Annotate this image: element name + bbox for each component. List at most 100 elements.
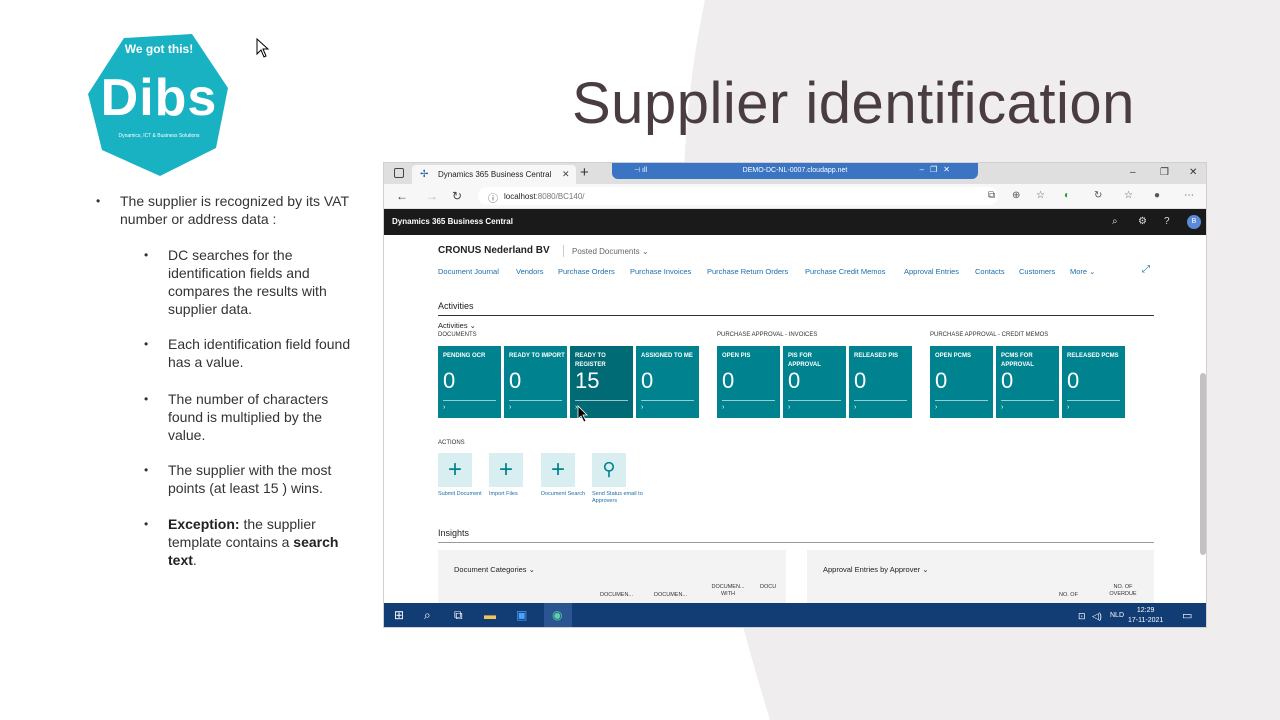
refresh-icon[interactable]: ↻ bbox=[452, 189, 462, 203]
browser-tab[interactable]: ✢ Dynamics 365 Business Central ✕ bbox=[412, 165, 576, 184]
close-window-icon[interactable]: ✕ bbox=[1189, 167, 1197, 178]
clock[interactable]: 12:29 17-11-2021 bbox=[1128, 606, 1163, 626]
nav-purchase-return-orders[interactable]: Purchase Return Orders bbox=[707, 267, 788, 276]
card-title[interactable]: Document Categories ⌄ bbox=[454, 565, 535, 574]
bullet-text: DC searches for the identification field… bbox=[168, 247, 327, 317]
company-name[interactable]: CRONUS Nederland BV bbox=[438, 245, 550, 256]
actions-heading: ACTIONS bbox=[438, 440, 465, 446]
person-icon: ⚲ bbox=[592, 453, 626, 487]
tile-value: 0 bbox=[788, 368, 801, 393]
column-header: DOCUMEN... bbox=[600, 592, 633, 598]
tile-open-pis[interactable]: OPEN PIS 0 › bbox=[717, 346, 780, 418]
file-explorer-icon[interactable]: ▬ bbox=[484, 608, 496, 622]
tile-released-pcms[interactable]: RELEASED PCMS 0 › bbox=[1062, 346, 1125, 418]
remote-window-controls[interactable]: –❐✕ bbox=[920, 165, 956, 174]
new-tab-icon[interactable]: + bbox=[580, 164, 589, 181]
divider bbox=[438, 315, 1154, 316]
logo-tagline: We got this! bbox=[124, 42, 194, 56]
collections-icon[interactable]: ☆ bbox=[1124, 190, 1133, 201]
tile-pending-ocr[interactable]: PENDING OCR 0 › bbox=[438, 346, 501, 418]
bullet-main: • The supplier is recognized by its VAT … bbox=[96, 192, 360, 228]
action-import-files[interactable]: + Import Files bbox=[489, 453, 549, 498]
url-host: localhost bbox=[504, 192, 536, 201]
help-icon[interactable]: ? bbox=[1164, 216, 1170, 227]
profile-icon[interactable]: ● bbox=[1154, 190, 1160, 201]
app-icon[interactable]: ▣ bbox=[516, 608, 527, 622]
back-icon[interactable]: ← bbox=[396, 189, 408, 203]
tile-value: 15 bbox=[575, 368, 600, 393]
card-title-label: Approval Entries by Approver bbox=[823, 565, 921, 574]
nav-purchase-orders[interactable]: Purchase Orders bbox=[558, 267, 615, 276]
sync-icon[interactable]: ↻ bbox=[1094, 190, 1102, 201]
notification-icon[interactable]: ▭ bbox=[1182, 609, 1192, 622]
minimize-icon[interactable]: – bbox=[1130, 167, 1136, 178]
open-app-icon[interactable]: ⧉ bbox=[988, 190, 995, 201]
volume-icon[interactable]: ◁) bbox=[1092, 611, 1102, 622]
gear-icon[interactable]: ⚙ bbox=[1138, 216, 1147, 227]
nav-approval-entries[interactable]: Approval Entries bbox=[904, 267, 959, 276]
tile-released-pis[interactable]: RELEASED PIS 0 › bbox=[849, 346, 912, 418]
tile-pis-for-approval[interactable]: PIS FOR APPROVAL 0 › bbox=[783, 346, 846, 418]
tile-label: ASSIGNED TO ME bbox=[641, 353, 693, 359]
embedded-screenshot: ✢ Dynamics 365 Business Central ✕ + ⊣ ıl… bbox=[383, 162, 1207, 628]
group-approval-credit-memos: Purchase Approval - Credit Memos bbox=[930, 332, 1049, 338]
tile-value: 0 bbox=[1067, 368, 1080, 393]
tile-value: 0 bbox=[854, 368, 867, 393]
tile-divider bbox=[509, 400, 562, 401]
more-icon[interactable]: ⋯ bbox=[1184, 190, 1194, 201]
bullet-text: Each identification field found has a va… bbox=[168, 336, 351, 370]
card-title[interactable]: Approval Entries by Approver ⌄ bbox=[823, 565, 929, 574]
close-tab-icon[interactable]: ✕ bbox=[562, 169, 570, 180]
column-header: DOCUMEN... WITH bbox=[711, 584, 745, 597]
search-icon[interactable]: ⌕ bbox=[424, 608, 431, 623]
nav-customers[interactable]: Customers bbox=[1019, 267, 1055, 276]
slide: We got this! Dibs Dynamics, ICT & Busine… bbox=[0, 0, 1280, 720]
task-view-icon[interactable]: ⧉ bbox=[454, 608, 463, 623]
tile-value: 0 bbox=[509, 368, 522, 393]
column-header: NO. OF bbox=[1059, 592, 1078, 598]
language-indicator[interactable]: NLD bbox=[1110, 612, 1124, 619]
nav-contacts[interactable]: Contacts bbox=[975, 267, 1005, 276]
posted-documents-menu[interactable]: Posted Documents ⌄ bbox=[572, 247, 649, 256]
dibs-logo: We got this! Dibs Dynamics, ICT & Busine… bbox=[84, 30, 234, 180]
tile-value: 0 bbox=[935, 368, 948, 393]
edge-taskbar-button[interactable]: ◉ bbox=[544, 603, 572, 627]
tile-pcms-for-approval[interactable]: PCMS FOR APPROVAL 0 › bbox=[996, 346, 1059, 418]
activities-dropdown[interactable]: Activities ⌄ bbox=[438, 321, 476, 330]
scrollbar[interactable] bbox=[1200, 373, 1206, 555]
url-field[interactable]: ⓘ localhost:8080/BC140/ bbox=[478, 187, 998, 205]
search-icon[interactable]: ⌕ bbox=[1112, 216, 1118, 227]
address-bar: ← → ↻ ⓘ localhost:8080/BC140/ ⧉ ⊕ ☆ ◐ ↻ … bbox=[384, 184, 1206, 209]
bullet-dot: • bbox=[144, 463, 149, 477]
nav-more[interactable]: More ⌄ bbox=[1070, 267, 1095, 276]
network-icon[interactable]: ⊡ bbox=[1078, 611, 1086, 622]
nav-vendors[interactable]: Vendors bbox=[516, 267, 544, 276]
card-approval-entries-by-approver: Approval Entries by Approver ⌄ NO. OF NO… bbox=[807, 550, 1154, 610]
chevron-right-icon: › bbox=[1067, 404, 1070, 411]
card-title-label: Document Categories bbox=[454, 565, 527, 574]
bullet-sub: • DC searches for the identification fie… bbox=[144, 246, 363, 318]
expand-icon[interactable]: ⤢ bbox=[1142, 264, 1150, 275]
nav-purchase-invoices[interactable]: Purchase Invoices bbox=[630, 267, 691, 276]
zoom-icon[interactable]: ⊕ bbox=[1012, 190, 1020, 201]
action-send-status-email[interactable]: ⚲ Send Status email to Approvers bbox=[592, 453, 652, 505]
tile-open-pcms[interactable]: OPEN PCMS 0 › bbox=[930, 346, 993, 418]
windows-taskbar: ⊞ ⌕ ⧉ ▬ ▣ ◉ ⊡ ◁) NLD 12:29 17-11-2021 ▭ bbox=[384, 603, 1206, 627]
bullet-sub: • The number of characters found is mult… bbox=[144, 390, 363, 444]
restore-icon[interactable]: ❐ bbox=[1160, 167, 1169, 178]
forward-icon[interactable]: → bbox=[426, 189, 438, 203]
action-label: Import Files bbox=[489, 491, 518, 497]
favorite-icon[interactable]: ☆ bbox=[1036, 190, 1045, 201]
chevron-right-icon: › bbox=[788, 404, 791, 411]
tile-assigned-to-me[interactable]: ASSIGNED TO ME 0 › bbox=[636, 346, 699, 418]
tile-ready-to-import[interactable]: READY TO IMPORT 0 › bbox=[504, 346, 567, 418]
nav-document-journal[interactable]: Document Journal bbox=[438, 267, 499, 276]
insights-heading: Insights bbox=[438, 528, 470, 538]
windows-start-icon[interactable]: ⊞ bbox=[394, 608, 404, 622]
tab-actions-icon[interactable] bbox=[394, 168, 404, 178]
extension-icon[interactable]: ◐ bbox=[1064, 190, 1070, 201]
nav-purchase-credit-memos[interactable]: Purchase Credit Memos bbox=[805, 267, 885, 276]
avatar[interactable]: B bbox=[1187, 215, 1201, 229]
bc-tab-icon: ✢ bbox=[420, 169, 429, 180]
mouse-cursor-icon bbox=[256, 38, 270, 58]
